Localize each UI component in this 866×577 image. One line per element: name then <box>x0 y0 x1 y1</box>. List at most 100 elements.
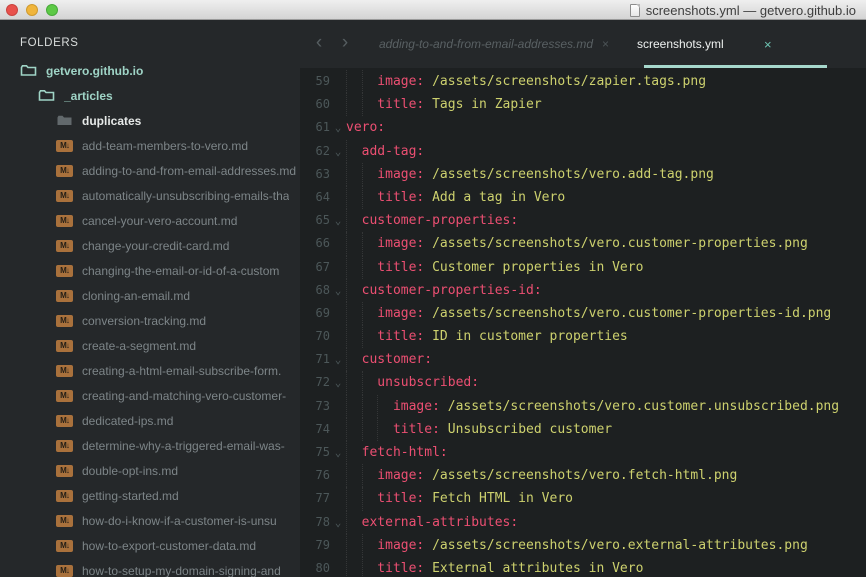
tree-item[interactable]: M↓conversion-tracking.md <box>0 308 300 333</box>
indent-guide <box>346 464 347 487</box>
code-text: image: /assets/screenshots/vero.customer… <box>346 232 808 255</box>
window-title: screenshots.yml — getvero.github.io <box>646 3 856 18</box>
tree-item-label: how-to-export-customer-data.md <box>82 539 256 553</box>
yaml-key: customer-properties-id: <box>362 283 542 298</box>
tree-item[interactable]: M↓automatically-unsubscribing-emails-tha <box>0 183 300 208</box>
code-line: 67title: Customer properties in Vero <box>300 256 866 279</box>
indent-guide <box>362 487 363 510</box>
tree-item[interactable]: M↓dedicated-ips.md <box>0 408 300 433</box>
line-number: 75 <box>300 441 330 464</box>
tree-item[interactable]: M↓getting-started.md <box>0 483 300 508</box>
history-forward-icon[interactable]: › <box>332 20 358 68</box>
tab-close-icon[interactable]: × <box>602 37 609 51</box>
markdown-icon: M↓ <box>56 265 73 277</box>
tree-item[interactable]: M↓double-opt-ins.md <box>0 458 300 483</box>
tree-item[interactable]: M↓how-to-setup-my-domain-signing-and <box>0 558 300 577</box>
fold-gutter <box>330 487 346 510</box>
yaml-key: image: <box>393 399 440 414</box>
tab-label: adding-to-and-from-email-addresses.md <box>379 37 593 51</box>
line-number: 72 <box>300 371 330 394</box>
traffic-lights <box>0 4 58 16</box>
tree-item[interactable]: M↓determine-why-a-triggered-email-was- <box>0 433 300 458</box>
tree-item[interactable]: M↓creating-a-html-email-subscribe-form. <box>0 358 300 383</box>
fold-chevron-icon[interactable]: ⌄ <box>330 279 346 302</box>
yaml-value: /assets/screenshots/vero.customer-proper… <box>424 306 831 321</box>
fold-gutter <box>330 93 346 116</box>
tree-item[interactable]: M↓how-do-i-know-if-a-customer-is-unsu <box>0 508 300 533</box>
code-line: 69image: /assets/screenshots/vero.custom… <box>300 302 866 325</box>
yaml-key: customer-properties: <box>362 213 519 228</box>
tree-item-label: getting-started.md <box>82 489 179 503</box>
tree-item-label: add-team-members-to-vero.md <box>82 139 248 153</box>
yaml-key: title: <box>377 329 424 344</box>
yaml-value: /assets/screenshots/vero.external-attrib… <box>424 538 808 553</box>
history-back-icon[interactable]: ‹ <box>306 20 332 68</box>
code-area[interactable]: 59image: /assets/screenshots/zapier.tags… <box>300 68 866 577</box>
line-number: 77 <box>300 487 330 510</box>
fold-chevron-icon[interactable]: ⌄ <box>330 116 346 139</box>
code-line: 73image: /assets/screenshots/vero.custom… <box>300 395 866 418</box>
tab-bar: ‹ › adding-to-and-from-email-addresses.m… <box>300 20 866 68</box>
tab-inactive[interactable]: adding-to-and-from-email-addresses.md × <box>368 20 620 68</box>
indent-guide <box>346 163 347 186</box>
sidebar-folders-header: FOLDERS <box>0 34 300 52</box>
titlebar[interactable]: screenshots.yml — getvero.github.io <box>0 0 866 20</box>
tree-item-label: _articles <box>64 89 113 103</box>
indent-guide <box>377 395 378 418</box>
code-text: customer-properties-id: <box>346 279 542 302</box>
tree-item[interactable]: M↓create-a-segment.md <box>0 333 300 358</box>
markdown-icon: M↓ <box>56 465 73 477</box>
tree-item-label: getvero.github.io <box>46 64 143 78</box>
code-line: 75⌄fetch-html: <box>300 441 866 464</box>
tree-item[interactable]: M↓ how-to-export-customer-data.md <box>0 533 300 558</box>
markdown-icon: M↓ <box>56 390 73 402</box>
tree-item[interactable]: M↓cancel-your-vero-account.md <box>0 208 300 233</box>
zoom-window-button[interactable] <box>46 4 58 16</box>
markdown-icon: M↓ <box>56 540 73 552</box>
tree-item[interactable]: M↓change-your-credit-card.md <box>0 233 300 258</box>
markdown-icon: M↓ <box>56 565 73 577</box>
minimize-window-button[interactable] <box>26 4 38 16</box>
indent-guide <box>346 348 347 371</box>
fold-chevron-icon[interactable]: ⌄ <box>330 371 346 394</box>
sidebar: FOLDERS getvero.github.io _articlesduplic… <box>0 20 300 577</box>
indent-guide <box>346 186 347 209</box>
code-text: add-tag: <box>346 140 424 163</box>
yaml-value: /assets/screenshots/vero.fetch-html.png <box>424 468 737 483</box>
fold-gutter <box>330 256 346 279</box>
tree-item[interactable]: getvero.github.io <box>0 58 300 83</box>
indent-guide <box>346 487 347 510</box>
tab-active[interactable]: screenshots.yml× <box>634 20 830 68</box>
tree-item[interactable]: M↓adding-to-and-from-email-addresses.md <box>0 158 300 183</box>
markdown-icon: M↓ <box>56 190 73 202</box>
code-text: vero: <box>346 116 385 139</box>
markdown-icon: M↓ <box>56 190 73 202</box>
fold-chevron-icon[interactable]: ⌄ <box>330 140 346 163</box>
tree-item[interactable]: M↓changing-the-email-or-id-of-a-custom <box>0 258 300 283</box>
tab-close-icon[interactable]: × <box>764 20 772 68</box>
fold-gutter <box>330 325 346 348</box>
markdown-icon: M↓ <box>56 515 73 527</box>
tree-item[interactable]: M↓ add-team-members-to-vero.md <box>0 133 300 158</box>
yaml-key: title: <box>377 260 424 275</box>
fold-chevron-icon[interactable]: ⌄ <box>330 348 346 371</box>
indent-guide <box>362 163 363 186</box>
tree-item[interactable]: duplicates <box>0 108 300 133</box>
line-number: 68 <box>300 279 330 302</box>
fold-chevron-icon[interactable]: ⌄ <box>330 511 346 534</box>
tree-item[interactable]: _articles <box>0 83 300 108</box>
indent-guide <box>362 395 363 418</box>
code-text: image: /assets/screenshots/vero.external… <box>346 534 808 557</box>
indent-guide <box>362 464 363 487</box>
editor-pane: ‹ › adding-to-and-from-email-addresses.m… <box>300 20 866 577</box>
markdown-icon: M↓ <box>56 140 73 152</box>
tree-item[interactable]: M↓creating-and-matching-vero-customer- <box>0 383 300 408</box>
fold-chevron-icon[interactable]: ⌄ <box>330 441 346 464</box>
line-number: 71 <box>300 348 330 371</box>
close-window-button[interactable] <box>6 4 18 16</box>
tree-item-label: dedicated-ips.md <box>82 414 173 428</box>
markdown-icon: M↓ <box>56 315 73 327</box>
fold-chevron-icon[interactable]: ⌄ <box>330 209 346 232</box>
code-text: title: Tags in Zapier <box>346 93 542 116</box>
tree-item[interactable]: M↓cloning-an-email.md <box>0 283 300 308</box>
